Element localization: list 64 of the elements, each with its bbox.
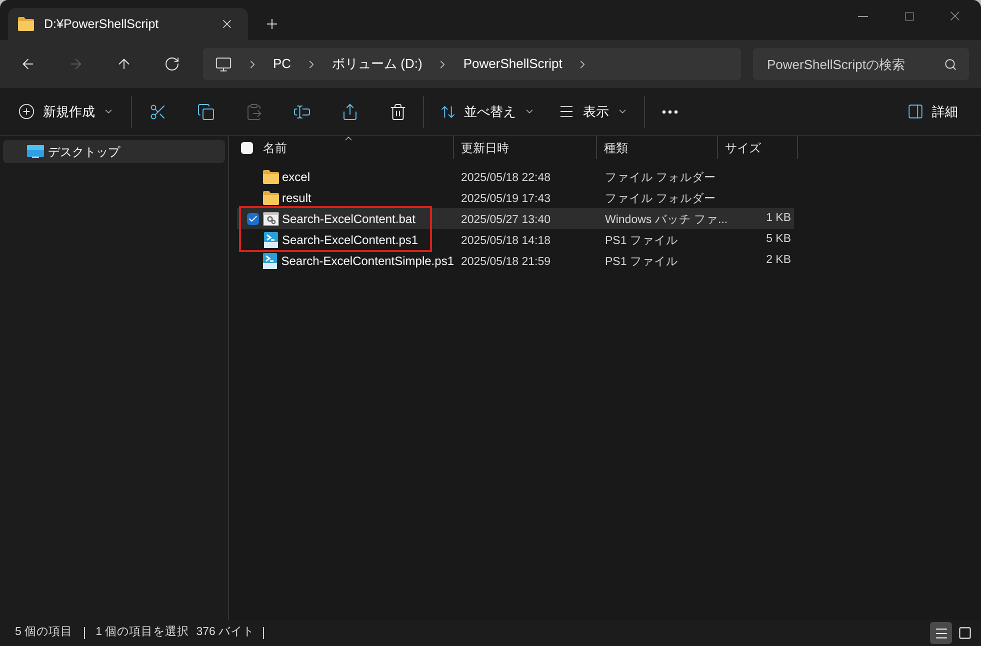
file-row[interactable]: result 2025/05/19 17:43 ファイル フォルダー	[237, 187, 794, 208]
file-name: Search-ExcelContent.ps1	[282, 232, 418, 248]
sort-button[interactable]: 並べ替え	[432, 96, 543, 128]
maximize-icon	[904, 10, 914, 22]
new-tab-icon[interactable]	[264, 16, 280, 32]
folder-icon	[18, 17, 34, 31]
modified-date: 2025/05/27 13:40	[461, 214, 551, 226]
list-lines-icon	[934, 626, 948, 640]
search-field[interactable]: PowerShellScriptの検索	[753, 48, 969, 80]
file-name: Search-ExcelContentSimple.ps1	[281, 252, 454, 270]
column-header[interactable]: 種類	[597, 136, 718, 159]
file-type: PS1 ファイル	[605, 256, 678, 268]
view-button[interactable]: 表示	[550, 96, 636, 128]
breadcrumb[interactable]: PowerShellScript	[463, 54, 562, 74]
selection-size: 376 バイト	[196, 625, 255, 640]
file-size: 2 KB	[766, 252, 791, 268]
address-bar[interactable]: PC ボリューム (D:) PowerShellScript	[203, 48, 741, 80]
details-button[interactable]: 詳細	[899, 96, 966, 128]
desktop-icon	[27, 145, 44, 158]
file-type: ファイル フォルダー	[605, 172, 716, 184]
folder-icon	[262, 170, 278, 184]
sort-arrows-icon	[440, 104, 456, 120]
select-all-checkbox[interactable]	[241, 142, 253, 154]
details-view-button[interactable]	[930, 622, 952, 644]
file-type: ファイル フォルダー	[605, 192, 716, 204]
modified-date: 2025/05/18 21:59	[461, 256, 551, 268]
plus-circle-icon	[18, 103, 35, 120]
computer-icon	[215, 56, 232, 72]
file-type: Windows バッチ ファ...	[605, 214, 728, 226]
file-name: excel	[282, 168, 310, 186]
sidebar-item[interactable]: デスクトップ	[3, 140, 225, 163]
lines-icon	[558, 103, 575, 120]
file-name: result	[282, 190, 312, 206]
column-header[interactable]: サイズ	[718, 136, 798, 159]
modified-date: 2025/05/19 17:43	[461, 192, 551, 204]
file-row[interactable]: Search-ExcelContent.ps1 2025/05/18 14:18 PS1 ファイル 5 KB	[237, 229, 794, 250]
gear-window-icon	[262, 212, 278, 226]
file-row[interactable]: excel 2025/05/18 22:48 ファイル フォルダー	[237, 166, 794, 187]
column-header[interactable]: 更新日時	[454, 136, 597, 159]
more-icon	[662, 110, 678, 114]
panel-icon	[907, 103, 924, 120]
selection-count: 1 個の項目を選択	[96, 624, 190, 640]
file-row[interactable]: Search-ExcelContentSimple.ps1 2025/05/18 21:59 PS1 ファイル 2 KB	[237, 250, 794, 271]
terminal-file-icon	[262, 232, 278, 248]
file-size: 1 KB	[766, 210, 791, 226]
file-size: 5 KB	[766, 232, 791, 247]
new-button[interactable]: 新規作成	[14, 96, 118, 128]
file-name: Search-ExcelContent.bat	[282, 210, 416, 228]
breadcrumb[interactable]: PC	[273, 54, 292, 74]
modified-date: 2025/05/18 22:48	[461, 172, 551, 184]
file-row[interactable]: Search-ExcelContent.bat 2025/05/27 13:40 Windows バッチ ファ... 1 KB	[237, 208, 794, 229]
row-checkbox[interactable]	[247, 212, 259, 224]
column-header[interactable]: 名前	[263, 136, 454, 159]
item-count: 5 個の項目	[15, 625, 73, 640]
breadcrumb[interactable]: ボリューム (D:)	[332, 54, 422, 74]
file-type: PS1 ファイル	[605, 234, 678, 246]
modified-date: 2025/05/18 14:18	[461, 234, 551, 246]
search-icon[interactable]	[944, 58, 957, 71]
window-tab[interactable]: D:¥PowerShellScript	[8, 8, 248, 40]
folder-icon	[262, 190, 278, 204]
close-icon[interactable]	[220, 17, 234, 31]
terminal-file-icon	[262, 252, 278, 268]
square-icon	[958, 626, 972, 640]
tab-title: D:¥PowerShellScript	[44, 16, 159, 33]
